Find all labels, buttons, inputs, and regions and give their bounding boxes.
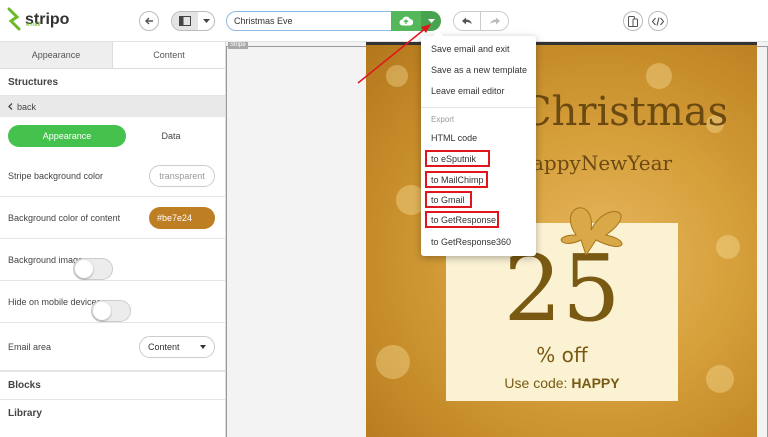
save-button[interactable]: [391, 11, 421, 31]
highlight-box: [425, 150, 490, 167]
ribbon-bow-icon: [560, 207, 623, 255]
christmas-heading: Christmas: [521, 89, 729, 135]
hide-on-mobile-row: Hide on mobile devices: [0, 281, 225, 323]
library-section[interactable]: Library: [0, 399, 225, 427]
structures-heading: Structures: [0, 69, 225, 96]
highlight-box: [425, 211, 499, 228]
promo-code-line: Use code: HAPPY: [446, 375, 678, 391]
stripe-background-color-picker[interactable]: transparent: [149, 164, 215, 187]
code-prefix: Use code:: [504, 375, 568, 391]
logo-subtitle: email: [26, 22, 41, 28]
content-background-row: Background color of content #be7e24: [0, 197, 225, 239]
settings-panel: Appearance Content Structures back Appea…: [0, 42, 226, 437]
toggle-knob: [75, 260, 94, 278]
code-icon: [652, 16, 664, 26]
blocks-section[interactable]: Blocks: [0, 371, 225, 399]
menu-divider: [421, 107, 536, 108]
promo-code: HAPPY: [571, 375, 620, 391]
property-label: Email area: [8, 341, 52, 352]
bokeh-light: [646, 63, 672, 89]
devices-icon: [628, 15, 638, 27]
undo-icon: [462, 17, 472, 25]
email-area-select[interactable]: Content: [139, 335, 215, 358]
redo-button[interactable]: [481, 11, 509, 31]
background-image-row: Background image: [0, 239, 225, 281]
background-image-toggle[interactable]: [73, 258, 114, 280]
stripo-logo-icon: [6, 7, 22, 33]
toggle-knob: [93, 302, 112, 320]
back-label: back: [17, 101, 37, 112]
bokeh-light: [716, 235, 740, 259]
chevron-down-icon: [427, 18, 435, 23]
property-label: Stripe background color: [8, 170, 104, 181]
appearance-mode-button[interactable]: Appearance: [8, 125, 126, 147]
undo-button[interactable]: [453, 11, 481, 31]
discount-number: 25: [503, 235, 621, 342]
property-label: Background image: [8, 254, 84, 265]
redo-icon: [489, 17, 500, 25]
email-title-input[interactable]: [226, 11, 392, 31]
email-area-value: Content: [148, 341, 180, 352]
tab-appearance[interactable]: Appearance: [0, 42, 113, 68]
chevron-down-icon: [200, 344, 206, 349]
discount-text: % off: [536, 343, 588, 367]
property-label: Background color of content: [8, 212, 121, 223]
menu-item-leave-editor[interactable]: Leave email editor: [431, 86, 505, 96]
chevron-down-icon[interactable]: [198, 18, 214, 24]
bokeh-light: [376, 345, 410, 379]
panel-layout-icon: [172, 12, 198, 30]
menu-item-html-code[interactable]: HTML code: [431, 133, 477, 143]
save-options-dropdown[interactable]: [421, 11, 441, 31]
hide-on-mobile-toggle[interactable]: [91, 300, 132, 322]
property-label: Hide on mobile devices: [8, 296, 102, 307]
mobile-preview-button[interactable]: [623, 11, 643, 31]
menu-item-getresponse360[interactable]: to GetResponse360: [431, 237, 511, 247]
back-button[interactable]: [139, 11, 159, 31]
stripe-background-row: Stripe background color transparent: [0, 155, 225, 197]
email-area-row: Email area Content: [0, 323, 225, 371]
top-toolbar: stripo email: [0, 0, 768, 42]
chevron-left-icon: [8, 102, 13, 112]
menu-item-save-exit[interactable]: Save email and exit: [431, 44, 510, 54]
arrow-left-icon: [145, 17, 153, 25]
menu-item-save-template[interactable]: Save as a new template: [431, 65, 527, 75]
save-options-menu: Save email and exit Save as a new templa…: [421, 31, 536, 256]
back-link[interactable]: back: [0, 96, 225, 117]
data-mode-button[interactable]: Data: [126, 125, 216, 147]
stripe-tag: Stripe: [228, 42, 248, 49]
tab-content[interactable]: Content: [113, 42, 225, 68]
cloud-upload-icon: [399, 16, 413, 26]
logo[interactable]: stripo: [6, 4, 69, 36]
bokeh-light: [386, 65, 408, 87]
panel-tabs: Appearance Content: [0, 42, 225, 69]
bokeh-light: [706, 365, 734, 393]
appearance-data-toggle: Appearance Data: [0, 117, 225, 155]
content-background-color-picker[interactable]: #be7e24: [149, 206, 215, 229]
code-editor-button[interactable]: [648, 11, 668, 31]
export-header: Export: [431, 115, 455, 124]
highlight-box: [425, 171, 488, 188]
new-year-subheading: appyNewYear: [532, 151, 673, 175]
highlight-box: [425, 191, 472, 208]
layout-view-button[interactable]: [171, 11, 215, 31]
